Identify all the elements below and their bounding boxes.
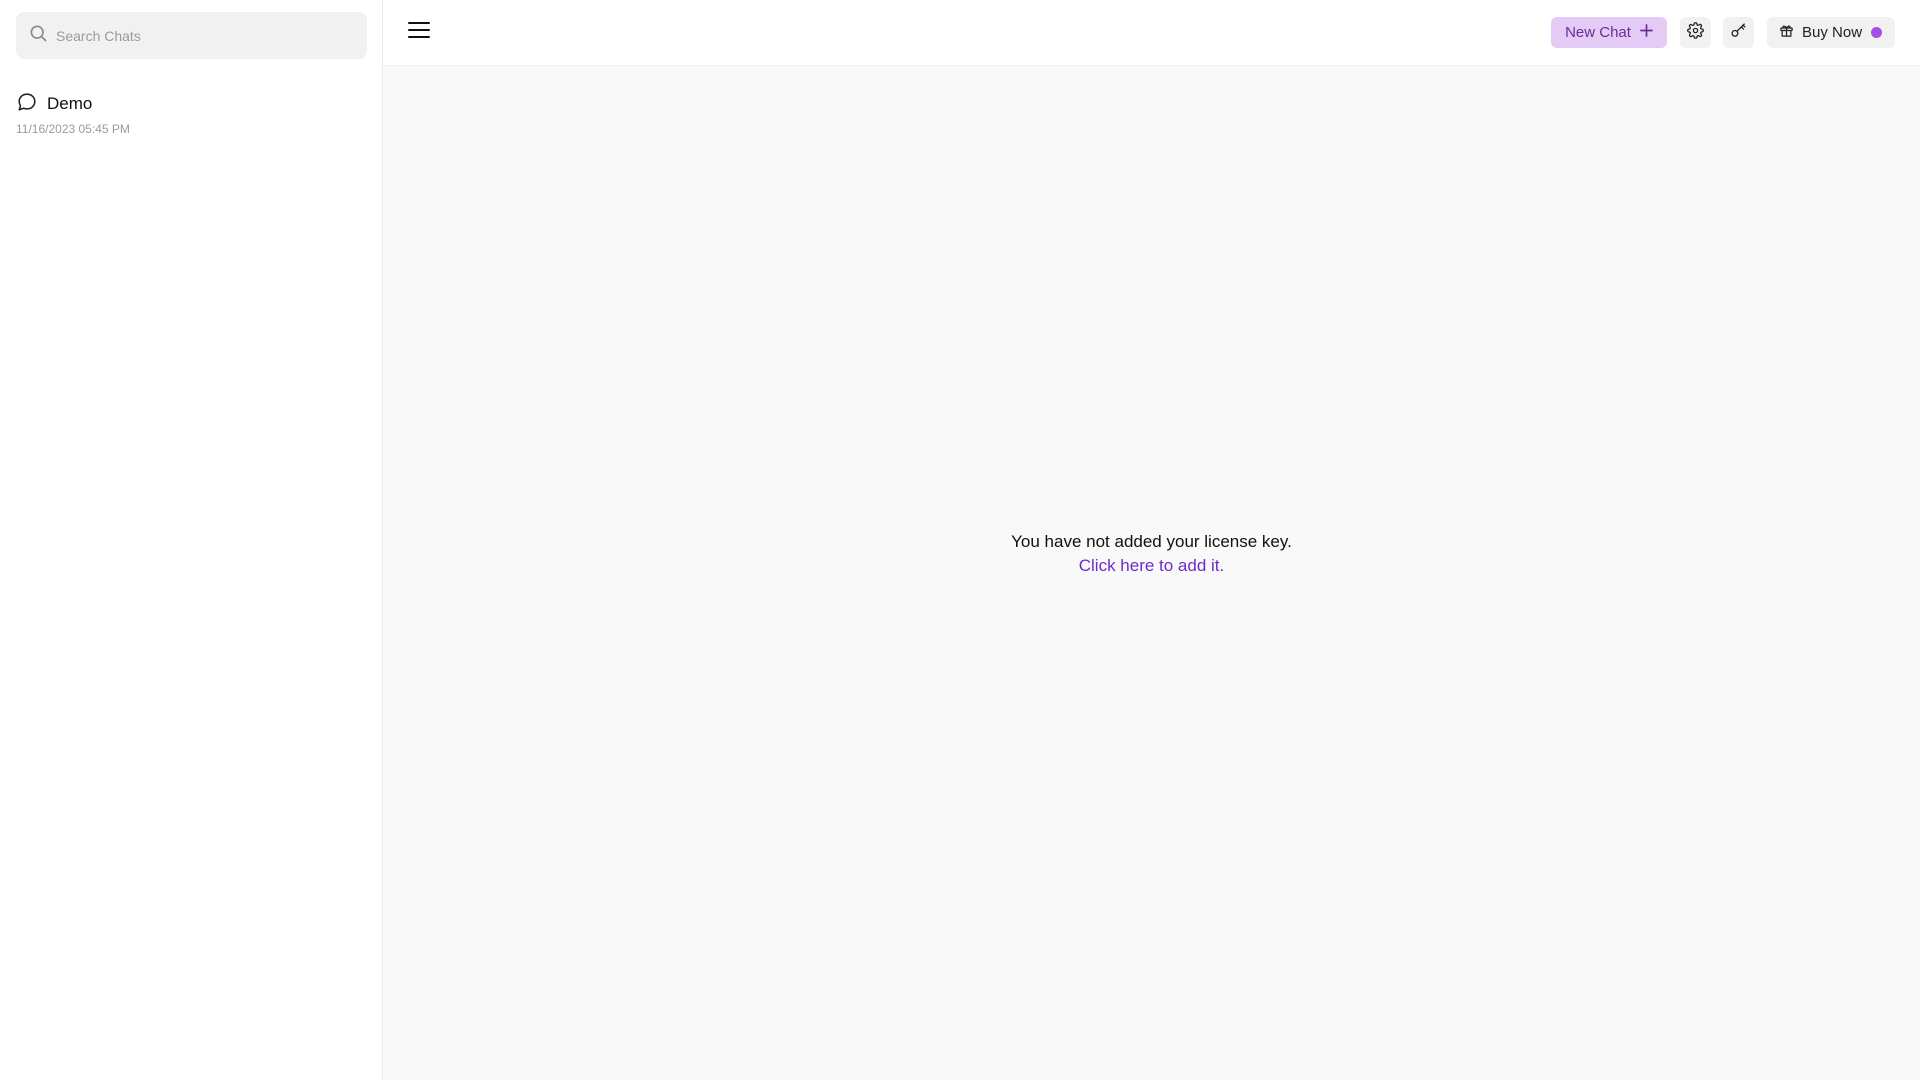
chat-list-item[interactable]: Demo 11/16/2023 05:45 PM [16,90,367,146]
menu-button[interactable] [405,18,433,46]
plus-icon [1640,24,1653,41]
sidebar: Demo 11/16/2023 05:45 PM [0,0,383,1080]
search-box[interactable] [16,12,367,59]
main-panel: New Chat Buy Now You have not added your… [383,0,1920,1080]
buy-now-button[interactable]: Buy Now [1767,17,1895,48]
license-key-button[interactable] [1723,17,1754,48]
license-notice: You have not added your license key. Cli… [383,530,1920,578]
gear-icon [1687,21,1704,44]
search-input[interactable] [56,27,356,44]
key-icon [1730,22,1747,44]
chat-date: 11/16/2023 05:45 PM [16,122,130,136]
gift-icon [1779,23,1794,43]
add-license-link[interactable]: Click here to add it. [1079,554,1225,578]
hamburger-menu-icon [408,21,430,44]
new-chat-button[interactable]: New Chat [1551,17,1667,48]
new-chat-label: New Chat [1565,24,1631,41]
license-notice-text: You have not added your license key. [1011,532,1292,551]
status-dot [1871,27,1883,38]
chat-title: Demo [47,94,93,113]
chat-bubble-icon [16,91,38,118]
buy-now-label: Buy Now [1802,24,1863,41]
app-window: Demo 11/16/2023 05:45 PM New Chat [0,0,1920,1080]
search-icon [28,23,48,48]
top-bar: New Chat Buy Now [383,0,1920,66]
settings-button[interactable] [1680,17,1711,48]
